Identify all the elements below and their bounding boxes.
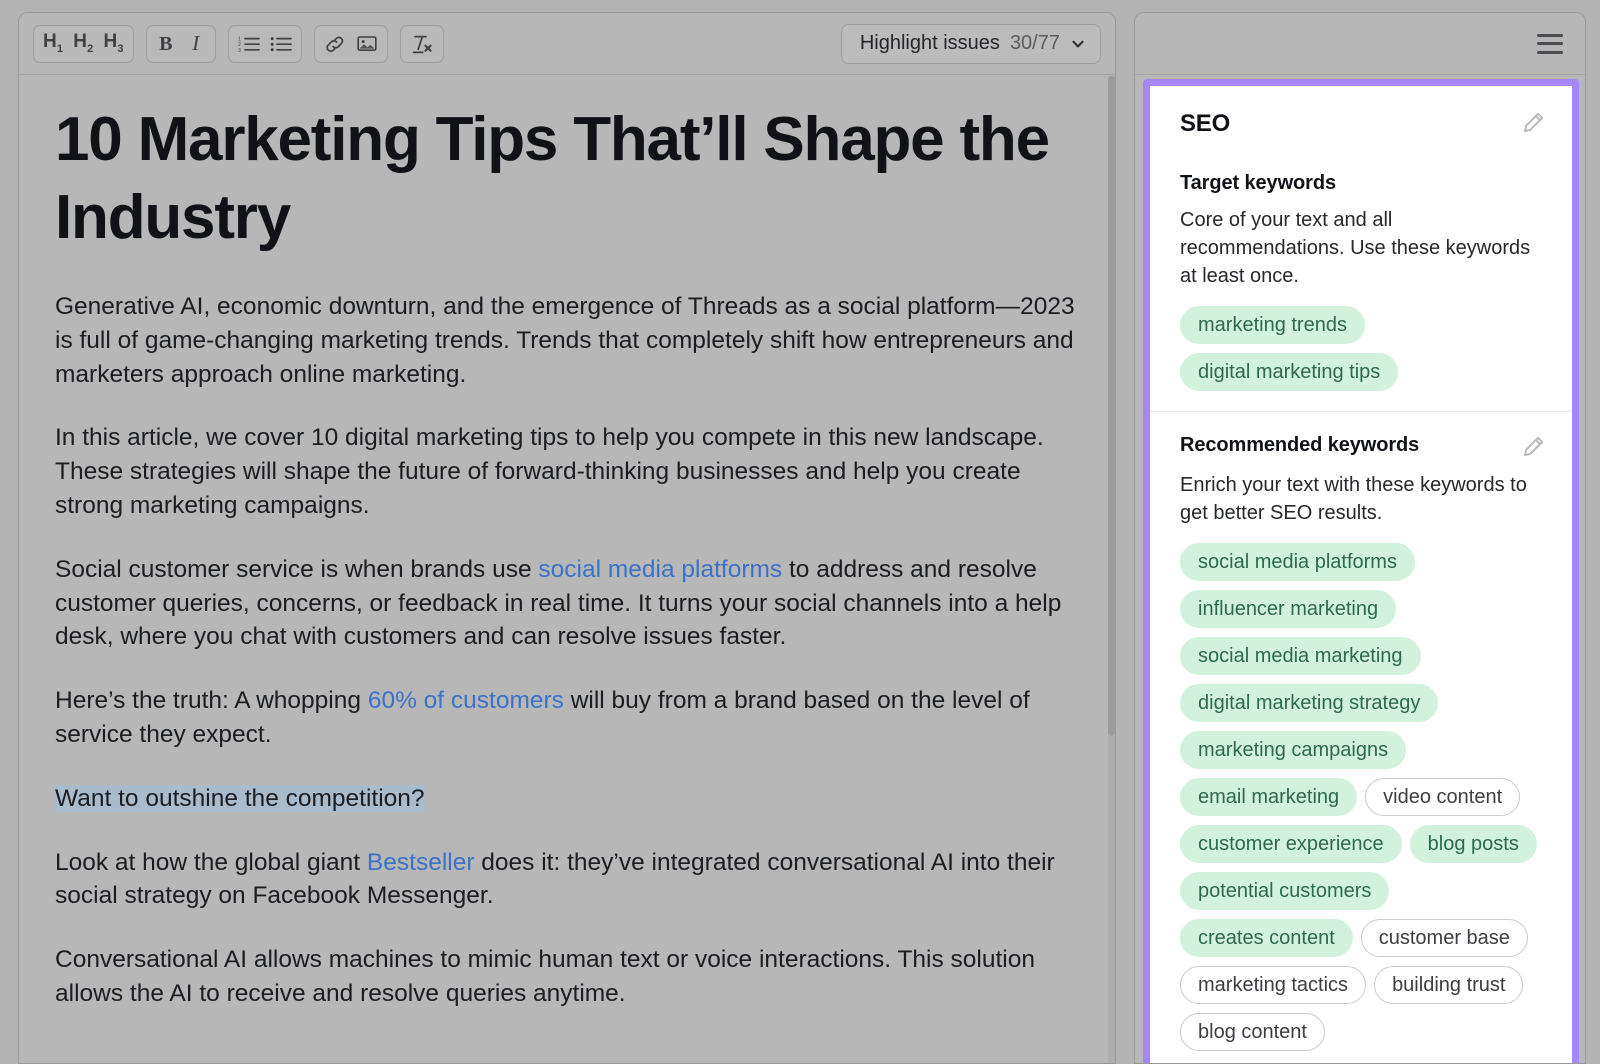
recommended-keywords-list: social media platforms influencer marketi… (1180, 543, 1546, 1051)
heading-1-button[interactable]: H1 (38, 28, 68, 60)
keyword-chip-used[interactable]: marketing trends (1180, 306, 1365, 344)
target-keywords-description: Core of your text and all recommendation… (1180, 206, 1546, 290)
document-paragraph[interactable]: Generative AI, economic downturn, and th… (55, 290, 1081, 391)
chevron-down-icon (1070, 36, 1086, 52)
keyword-chip-used[interactable]: digital marketing strategy (1180, 684, 1438, 722)
keyword-chip-used[interactable]: customer experience (1180, 825, 1402, 863)
highlight-issues-label: Highlight issues (860, 32, 1000, 55)
toolbar-group-lists: 1 2 3 (228, 25, 302, 63)
keyword-chip-unused[interactable]: building trust (1374, 966, 1523, 1004)
bullet-list-icon[interactable] (265, 28, 297, 60)
seo-panel-focus-frame: SEO Target keywords Core of your text an… (1143, 79, 1579, 1064)
heading-3-sub: 3 (117, 43, 123, 55)
heading-2-button[interactable]: H2 (68, 28, 98, 60)
document-editor-area[interactable]: 10 Marketing Tips That’ll Shape the Indu… (19, 75, 1115, 1063)
link-icon[interactable] (319, 28, 351, 60)
keyword-chip-used[interactable]: social media marketing (1180, 637, 1421, 675)
target-keywords-heading: Target keywords (1180, 172, 1546, 195)
hamburger-menu-icon[interactable] (1537, 34, 1563, 54)
keyword-chip-unused[interactable]: video content (1365, 778, 1520, 816)
document-paragraph[interactable]: In this article, we cover 10 digital mar… (55, 421, 1081, 522)
heading-1-label: H (43, 31, 57, 52)
document-link[interactable]: 60% of customers (368, 687, 564, 714)
pencil-edit-icon[interactable] (1520, 434, 1546, 460)
pencil-edit-icon[interactable] (1520, 110, 1546, 136)
toolbar-group-text-format: B I (146, 25, 216, 63)
document-text: Here’s the truth: A whopping (55, 687, 368, 714)
toolbar-group-headings: H1 H2 H3 (33, 25, 134, 63)
seo-target-keywords-section: SEO Target keywords Core of your text an… (1150, 86, 1572, 411)
editor-window: H1 H2 H3 B I 1 2 3 (18, 12, 1116, 1064)
keyword-chip-unused[interactable]: customer base (1361, 919, 1528, 957)
keyword-chip-used[interactable]: influencer marketing (1180, 590, 1396, 628)
highlight-issues-dropdown[interactable]: Highlight issues 30/77 (841, 24, 1101, 64)
document-paragraph[interactable]: Here’s the truth: A whopping 60% of cust… (55, 684, 1081, 752)
ordered-list-icon[interactable]: 1 2 3 (233, 28, 265, 60)
editor-toolbar: H1 H2 H3 B I 1 2 3 (19, 13, 1115, 75)
keyword-chip-used[interactable]: social media platforms (1180, 543, 1415, 581)
recommended-keywords-heading: Recommended keywords (1180, 434, 1419, 457)
keyword-chip-unused[interactable]: blog content (1180, 1013, 1325, 1051)
seo-recommended-keywords-section: Recommended keywords Enrich your text wi… (1150, 412, 1572, 1064)
document-title[interactable]: 10 Marketing Tips That’ll Shape the Indu… (55, 101, 1065, 256)
seo-panel-title: SEO (1180, 110, 1230, 138)
seo-panel-header: SEO (1180, 110, 1546, 138)
document-text: Social customer service is when brands u… (55, 556, 538, 583)
document-link[interactable]: social media platforms (538, 556, 782, 583)
keyword-chip-unused[interactable]: marketing tactics (1180, 966, 1366, 1004)
app-root: H1 H2 H3 B I 1 2 3 (0, 0, 1600, 1064)
document-paragraph[interactable]: Conversational AI allows machines to mim… (55, 943, 1081, 1011)
document-body[interactable]: Generative AI, economic downturn, and th… (55, 290, 1081, 1011)
highlight-issues-count: 30/77 (1010, 32, 1060, 55)
document-text: Look at how the global giant (55, 849, 367, 876)
recommended-keywords-description: Enrich your text with these keywords to … (1180, 471, 1546, 527)
keyword-chip-used[interactable]: blog posts (1410, 825, 1537, 863)
keyword-chip-used[interactable]: digital marketing tips (1180, 353, 1398, 391)
editor-scrollbar[interactable] (1108, 76, 1115, 1063)
image-icon[interactable] (351, 28, 383, 60)
document-paragraph[interactable]: Look at how the global giant Bestseller … (55, 846, 1081, 914)
selected-text[interactable]: Want to outshine the competition? (55, 785, 425, 812)
heading-3-button[interactable]: H3 (99, 28, 129, 60)
target-keywords-list: marketing trends digital marketing tips (1180, 306, 1546, 391)
spacer (1180, 138, 1546, 172)
heading-3-label: H (104, 31, 118, 52)
svg-text:3: 3 (238, 48, 241, 53)
sidebar-topbar (1135, 13, 1585, 75)
document-link[interactable]: Bestseller (367, 849, 475, 876)
keyword-chip-used[interactable]: marketing campaigns (1180, 731, 1406, 769)
bold-button[interactable]: B (151, 28, 181, 60)
recommended-keywords-header: Recommended keywords (1180, 434, 1546, 460)
keyword-chip-used[interactable]: potential customers (1180, 872, 1389, 910)
document-text: In this article, we cover 10 digital mar… (55, 424, 1044, 519)
heading-2-label: H (73, 31, 87, 52)
seo-card: SEO Target keywords Core of your text an… (1150, 86, 1572, 1064)
document-text: Conversational AI allows machines to mim… (55, 946, 1035, 1007)
document-text: Generative AI, economic downturn, and th… (55, 293, 1075, 388)
editor-scrollbar-thumb[interactable] (1108, 76, 1115, 736)
toolbar-group-insert (314, 25, 388, 63)
clear-formatting-icon[interactable] (405, 28, 439, 60)
keyword-chip-used[interactable]: creates content (1180, 919, 1353, 957)
seo-sidebar: SEO Target keywords Core of your text an… (1134, 12, 1586, 1064)
heading-1-sub: 1 (57, 43, 63, 55)
heading-2-sub: 2 (87, 43, 93, 55)
keyword-chip-used[interactable]: email marketing (1180, 778, 1357, 816)
document-paragraph[interactable]: Want to outshine the competition? (55, 782, 1081, 816)
italic-button[interactable]: I (181, 28, 211, 60)
toolbar-group-clear (400, 25, 444, 63)
document-paragraph[interactable]: Social customer service is when brands u… (55, 553, 1081, 654)
